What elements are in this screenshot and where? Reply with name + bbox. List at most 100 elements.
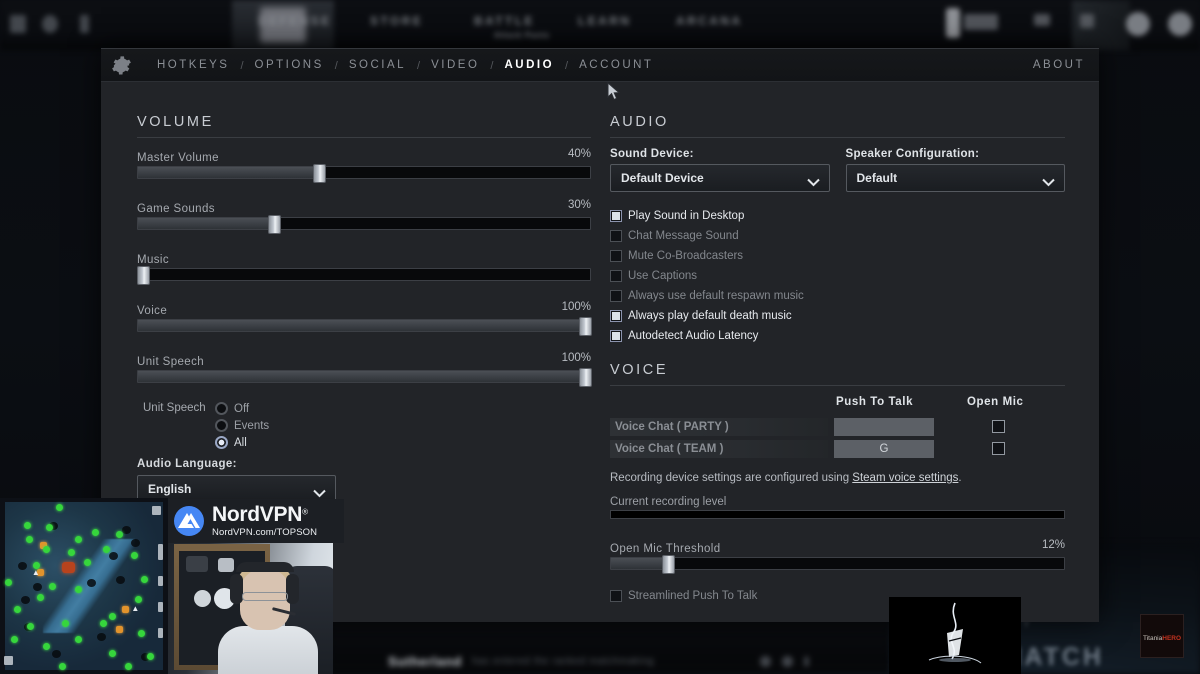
recording-level-meter (610, 510, 1065, 519)
radio-unit-speech-events[interactable]: Events (215, 417, 269, 434)
slider-knob[interactable] (579, 317, 593, 336)
checkbox-chat-message-sound[interactable]: Chat Message Sound (610, 226, 1065, 246)
checkbox-icon (610, 330, 622, 342)
bottom-bar-dot-2[interactable] (782, 656, 793, 667)
checkbox-always-play-default-death-music[interactable]: Always play default death music (610, 306, 1065, 326)
checkbox-label: Play Sound in Desktop (628, 210, 745, 222)
voice-row-keybind[interactable]: G (834, 440, 934, 458)
slider-fill (138, 371, 586, 382)
minimap-blob (33, 582, 43, 591)
top-bar-icon-3[interactable] (1034, 14, 1050, 26)
slider-label: Game Sounds (137, 203, 215, 215)
video-overlay-artwork (889, 597, 1021, 674)
slider-open-mic-threshold[interactable]: Open Mic Threshold 12% (610, 539, 1065, 574)
radio-dot-icon (215, 436, 228, 449)
radio-unit-speech-off[interactable]: Off (215, 400, 269, 417)
nordvpn-url: NordVPN.com/TOPSON (212, 527, 318, 539)
top-bar-icon-1[interactable] (10, 15, 26, 33)
slider-master-volume[interactable]: Master Volume 40% (137, 148, 591, 183)
top-nav-battle[interactable]: BATTLE (474, 14, 535, 28)
streamer-webcam (168, 540, 333, 674)
slider-track[interactable] (137, 368, 593, 387)
slider-knob[interactable] (136, 266, 150, 285)
slider-track[interactable] (136, 266, 591, 285)
slider-fill (138, 320, 586, 331)
gear-icon[interactable] (110, 54, 133, 77)
player-avatar-small[interactable] (946, 8, 960, 38)
steam-voice-settings-link[interactable]: Steam voice settings (852, 472, 958, 484)
minimap-ward (61, 619, 69, 627)
minimap-side-icon-3 (158, 602, 163, 612)
sponsor-logo-box: TitaniaHERO (1140, 614, 1184, 658)
bottom-bar-name: Sutherland (388, 654, 462, 669)
bottom-bar-dot-3[interactable] (804, 656, 809, 667)
minimap-ward (46, 523, 54, 531)
checkbox-autodetect-audio-latency[interactable]: Autodetect Audio Latency (610, 326, 1065, 346)
dota-minimap[interactable]: ▲ ▲ (0, 498, 168, 674)
checkbox-play-sound-in-desktop[interactable]: Play Sound in Desktop (610, 206, 1065, 226)
tab-hotkeys[interactable]: HOTKEYS (146, 49, 240, 82)
slider-track[interactable] (610, 555, 1065, 574)
checkbox-use-captions[interactable]: Use Captions (610, 266, 1065, 286)
top-bar-icon-2[interactable] (42, 15, 58, 33)
top-nav-arcana[interactable]: ARCANA (676, 14, 742, 28)
slider-track[interactable] (137, 215, 591, 234)
section-divider (610, 385, 1065, 386)
webcam-person-body (218, 626, 318, 674)
slider-knob[interactable] (661, 555, 675, 574)
device-dropdown-row: Sound Device: Default Device Speaker Con… (610, 148, 1065, 192)
checkbox-always-use-default-respawn-music[interactable]: Always use default respawn music (610, 286, 1065, 306)
slider-game-sounds[interactable]: Game Sounds 30% (137, 199, 591, 234)
slider-knob[interactable] (267, 215, 281, 234)
volume-column: VOLUME Master Volume 40% Game Sounds 30%… (136, 82, 593, 562)
profile-avatar[interactable] (1168, 12, 1192, 36)
top-nav-defense[interactable]: DEFENSE (258, 14, 331, 28)
sound-device-dropdown[interactable]: Default Device (610, 164, 830, 192)
tab-audio[interactable]: AUDIO (493, 49, 565, 82)
minimap-home-icon-dire (4, 656, 13, 665)
speaker-config-dropdown[interactable]: Default (845, 164, 1065, 192)
slider-label: Master Volume (137, 152, 219, 164)
tab-options[interactable]: OPTIONS (244, 49, 335, 82)
checkbox-mute-co-broadcasters[interactable]: Mute Co-Broadcasters (610, 246, 1065, 266)
radio-unit-speech-all[interactable]: All (215, 434, 269, 451)
slider-knob[interactable] (312, 164, 326, 183)
tab-account[interactable]: ACCOUNT (568, 49, 664, 82)
slider-fill (611, 558, 668, 569)
bottom-bar-dot-1[interactable] (760, 656, 771, 667)
friends-icon[interactable] (1126, 12, 1150, 36)
slider-unit-speech[interactable]: Unit Speech 100% (137, 352, 593, 387)
minimap-ward (134, 596, 142, 604)
slider-track[interactable] (137, 317, 593, 336)
minimap-ward (42, 643, 50, 651)
about-link[interactable]: ABOUT (1033, 49, 1085, 82)
volume-section-title: VOLUME (137, 114, 214, 130)
slider-voice[interactable]: Voice 100% (137, 301, 593, 336)
checkbox-icon (610, 590, 622, 602)
slider-knob[interactable] (579, 368, 593, 387)
audio-column: AUDIO Sound Device: Default Device Speak… (610, 82, 1065, 602)
slider-music[interactable]: Music (136, 250, 591, 285)
top-nav-learn[interactable]: LEARN (578, 14, 631, 28)
dropdown-value: Default Device (621, 171, 704, 185)
voice-row-open-mic-checkbox[interactable] (992, 420, 1005, 433)
voice-row-open-mic-checkbox[interactable] (992, 442, 1005, 455)
top-nav-store[interactable]: STORE (370, 14, 423, 28)
voice-table-header: Push To Talk Open Mic (610, 396, 1065, 414)
tab-video[interactable]: VIDEO (420, 49, 490, 82)
recording-level-label: Current recording level (610, 496, 727, 508)
checkbox-icon (610, 310, 622, 322)
minimap-ward (74, 636, 82, 644)
minimap-ward (102, 545, 110, 553)
minimap-ward (74, 535, 82, 543)
slider-track[interactable] (137, 164, 591, 183)
voice-row-keybind[interactable] (834, 418, 934, 436)
tab-social[interactable]: SOCIAL (338, 49, 417, 82)
settings-tabs: HOTKEYS / OPTIONS / SOCIAL / VIDEO / AUD… (146, 49, 664, 82)
minimap-home-icon-radiant (152, 506, 161, 515)
minimap-ward (27, 622, 35, 630)
hero-sub-label: Attack Pants (494, 31, 550, 40)
voice-row-party: Voice Chat ( PARTY ) (610, 418, 1065, 436)
top-bar-back-icon[interactable] (80, 15, 89, 33)
top-bar-icon-4[interactable] (1080, 14, 1094, 28)
